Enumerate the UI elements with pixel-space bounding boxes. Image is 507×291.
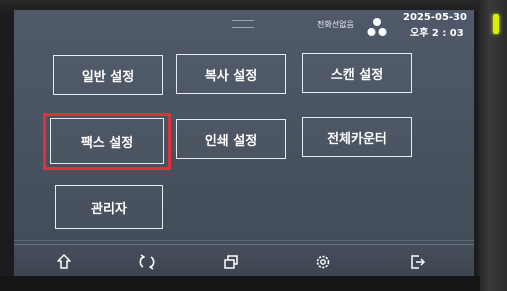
bottom-nav-bar xyxy=(14,244,474,276)
home-icon[interactable] xyxy=(55,253,73,271)
scan-settings-button[interactable]: 스캔 설정 xyxy=(302,53,412,93)
device-bezel-bottom xyxy=(0,276,480,291)
total-counter-button[interactable]: 전체카운터 xyxy=(302,117,412,157)
scan-settings-label: 스캔 설정 xyxy=(330,67,384,83)
admin-button[interactable]: 관리자 xyxy=(55,185,163,229)
settings-gear-icon[interactable] xyxy=(314,253,332,271)
total-counter-label: 전체카운터 xyxy=(327,131,387,147)
brand-logo-icon xyxy=(365,17,389,39)
general-settings-button[interactable]: 일반 설정 xyxy=(53,55,163,95)
bottom-divider xyxy=(14,240,474,241)
general-settings-label: 일반 설정 xyxy=(81,69,135,85)
exit-icon[interactable] xyxy=(408,253,426,271)
fax-settings-button[interactable]: 팩스 설정 xyxy=(50,118,164,164)
device-bezel-right xyxy=(478,0,507,291)
clock-time: 오후 2 : 03 xyxy=(410,28,464,39)
fax-settings-label: 팩스 설정 xyxy=(80,135,134,151)
clock-date: 2025-05-30 xyxy=(403,12,467,23)
refresh-icon[interactable] xyxy=(138,253,156,271)
print-settings-button[interactable]: 인쇄 설정 xyxy=(176,119,286,159)
power-led xyxy=(493,14,499,34)
multitask-icon[interactable] xyxy=(222,253,240,271)
copy-settings-button[interactable]: 복사 설정 xyxy=(176,54,286,94)
pull-down-handle[interactable] xyxy=(232,20,254,28)
admin-label: 관리자 xyxy=(91,201,127,217)
copy-settings-label: 복사 설정 xyxy=(204,68,258,84)
line-status-text: 전화선없음 xyxy=(317,20,354,29)
print-settings-label: 인쇄 설정 xyxy=(204,133,258,149)
touch-screen: 전화선없음 2025-05-30 오후 2 : 03 일반 설정 복사 설정 스… xyxy=(14,10,474,276)
